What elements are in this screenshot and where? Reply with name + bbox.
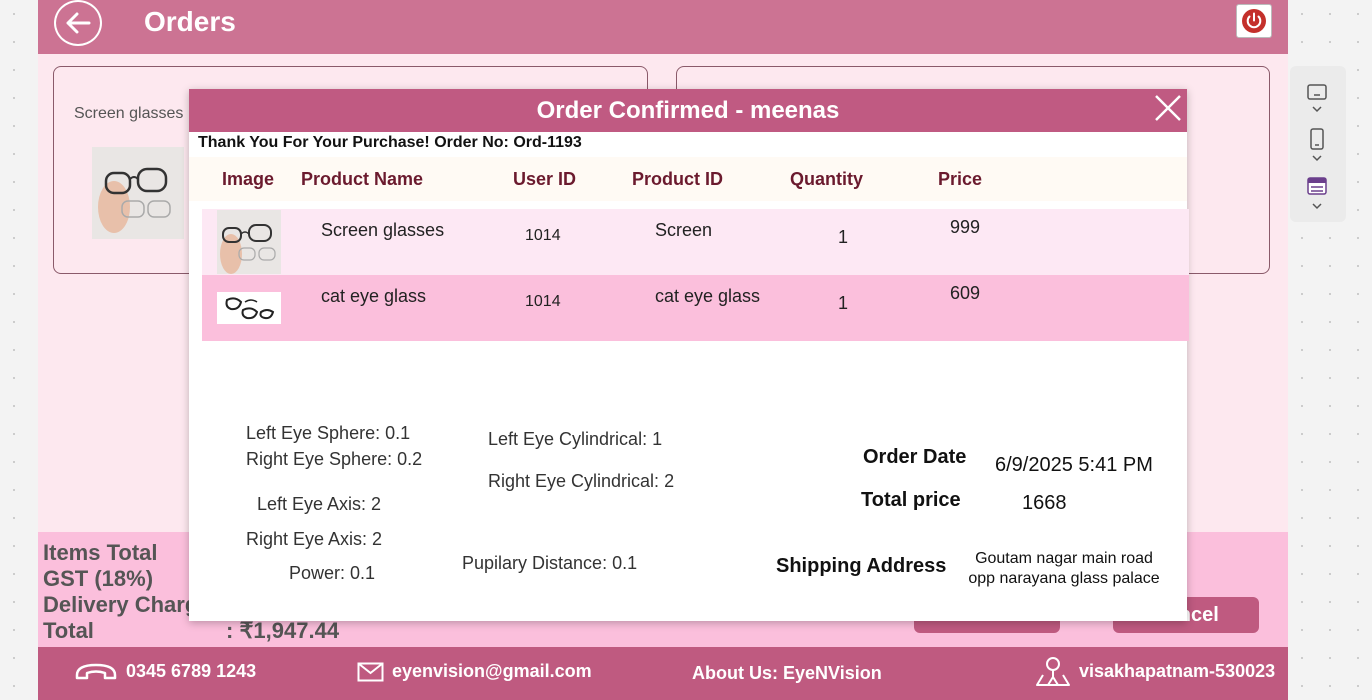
tablet-icon	[1307, 84, 1327, 113]
screen-glasses-thumbnail	[217, 210, 281, 274]
left-eye-sphere: Left Eye Sphere: 0.1	[246, 423, 411, 443]
footer-phone[interactable]: 0345 6789 1243	[74, 661, 256, 682]
arrow-left-icon	[66, 12, 91, 34]
table-row[interactable]: Screen glasses 1014 Screen 1 999	[202, 209, 1189, 275]
form-icon	[1307, 177, 1327, 210]
power-icon	[1242, 9, 1266, 33]
footer-about[interactable]: About Us: EyeNVision	[692, 663, 882, 684]
row-price: 999	[950, 217, 981, 237]
row-user-id: 1014	[525, 227, 561, 244]
row-quantity: 1	[838, 227, 849, 247]
dialog-title: Order Confirmed - meenas	[189, 89, 1187, 132]
location-text: visakhapatnam-530023	[1079, 660, 1276, 681]
left-eye-cylindrical: Left Eye Cylindrical: 1	[488, 429, 663, 449]
footer-location[interactable]: visakhapatnam-530023	[1035, 655, 1275, 687]
power-value: Power: 0.1	[289, 563, 376, 583]
order-date-value: 6/9/2025 5:41 PM	[995, 454, 1153, 476]
email-address: eyenvision@gmail.com	[392, 661, 592, 681]
thank-you-message: Thank You For Your Purchase! Order No: O…	[198, 134, 582, 151]
shipping-address-label: Shipping Address	[776, 555, 947, 577]
row-price: 609	[950, 283, 981, 303]
mobile-icon	[1310, 128, 1324, 162]
mail-icon	[357, 662, 384, 681]
order-date-label: Order Date	[863, 446, 967, 468]
row-product-id: cat eye glass	[655, 286, 761, 306]
items-total-label: Items Total	[43, 540, 158, 565]
gst-label: GST (18%)	[43, 566, 154, 591]
right-eye-sphere: Right Eye Sphere: 0.2	[246, 449, 423, 469]
back-button[interactable]	[54, 0, 102, 46]
power-button[interactable]	[1236, 4, 1272, 38]
row-product-name: cat eye glass	[321, 286, 427, 306]
phone-layout-button[interactable]	[1304, 128, 1330, 164]
table-row[interactable]: cat eye glass 1014 cat eye glass 1 609	[202, 275, 1189, 341]
right-eye-axis: Right Eye Axis: 2	[246, 529, 383, 549]
order-confirmation-dialog: Order Confirmed - meenas Thank You For Y…	[189, 89, 1189, 621]
column-header-product-id: Product ID	[632, 169, 724, 189]
shipping-address-value: Goutam nagar main road opp narayana glas…	[968, 550, 1160, 587]
device-layout-panel	[1290, 66, 1346, 222]
header-bar: Orders	[38, 0, 1288, 54]
close-icon[interactable]	[1153, 93, 1183, 123]
form-layout-button[interactable]	[1304, 176, 1330, 212]
column-header-user-id: User ID	[513, 169, 577, 189]
phone-icon	[75, 663, 117, 679]
column-header-quantity: Quantity	[790, 169, 864, 189]
tablet-layout-button[interactable]	[1304, 82, 1330, 114]
cat-eye-glass-thumbnail	[217, 292, 281, 324]
row-user-id: 1014	[525, 293, 561, 310]
total-label: Total	[43, 618, 94, 643]
column-header-price: Price	[938, 169, 983, 189]
row-product-name: Screen glasses	[321, 220, 445, 240]
right-eye-cylindrical: Right Eye Cylindrical: 2	[488, 471, 675, 491]
total-value: : ₹1,947.44	[226, 618, 340, 643]
footer-bar: 0345 6789 1243 eyenvision@gmail.com Abou…	[38, 647, 1288, 700]
about-us-text: About Us: EyeNVision	[692, 663, 882, 683]
glasses-product-image	[92, 147, 184, 239]
total-price-label: Total price	[861, 489, 961, 511]
cart-item-label: Screen glasses	[74, 105, 184, 122]
delivery-charge-label: Delivery Charg	[43, 592, 199, 617]
page-title: Orders	[144, 6, 236, 37]
phone-number: 0345 6789 1243	[126, 661, 257, 681]
pupilary-distance: Pupilary Distance: 0.1	[462, 553, 638, 573]
left-eye-axis: Left Eye Axis: 2	[257, 494, 382, 514]
column-header-product-name: Product Name	[301, 169, 424, 189]
row-quantity: 1	[838, 293, 849, 313]
total-price-value: 1668	[1022, 492, 1067, 514]
map-pin-icon	[1036, 657, 1070, 686]
column-header-image: Image	[222, 169, 275, 189]
footer-email[interactable]: eyenvision@gmail.com	[357, 661, 592, 682]
row-product-id: Screen	[655, 220, 713, 240]
table-header: Image Product Name User ID Product ID Qu…	[189, 157, 1187, 201]
